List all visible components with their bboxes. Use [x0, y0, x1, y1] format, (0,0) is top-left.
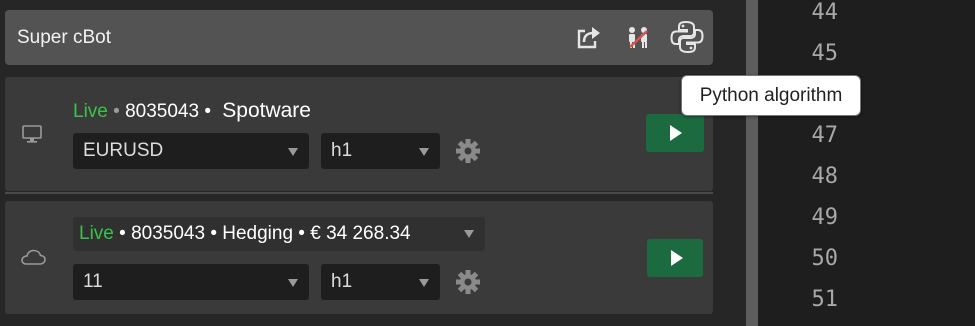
symbol-value: 11 [83, 271, 103, 292]
python-icon[interactable] [669, 19, 705, 55]
line-number: 48 [811, 164, 839, 189]
monitor-icon [22, 125, 42, 143]
line-number: 44 [811, 0, 839, 25]
live-label: Live [73, 101, 108, 122]
timeframe-select[interactable]: h1 [321, 133, 440, 169]
instance-card-cloud[interactable]: Live • 8035043 • Hedging • € 34 268.34 1… [5, 201, 713, 314]
line-number: 45 [811, 41, 839, 66]
timeframe-value: h1 [331, 271, 353, 292]
timeframe-select[interactable]: h1 [321, 264, 440, 300]
card-divider [5, 192, 713, 194]
account-label: 8035043 • [125, 101, 211, 122]
cloud-icon [21, 249, 46, 265]
line-number: 51 [811, 287, 839, 312]
line-number: 47 [811, 123, 839, 148]
cbot-header[interactable]: Super cBot [5, 10, 713, 65]
chevron-down-icon [288, 148, 298, 156]
symbol-select[interactable]: 11 [73, 264, 309, 300]
start-button[interactable] [646, 114, 704, 152]
gear-icon[interactable] [455, 269, 481, 295]
account-label: • 8035043 • Hedging • € 34 268.34 [119, 223, 411, 244]
line-number: 50 [811, 246, 839, 271]
symbol-select[interactable]: EURUSD [73, 133, 309, 169]
symbol-value: EURUSD [83, 140, 164, 161]
broker-label: Spotware [222, 99, 311, 122]
instance-status: Live • 8035043 • Spotware [73, 99, 311, 122]
chevron-down-icon [419, 148, 429, 156]
instance-card-local[interactable]: Live • 8035043 • Spotware EURUSD h1 [5, 77, 713, 191]
cbot-title: Super cBot [17, 27, 111, 48]
account-select[interactable]: Live • 8035043 • Hedging • € 34 268.34 [73, 217, 485, 251]
share-icon[interactable] [573, 22, 603, 52]
python-tooltip: Python algorithm [681, 75, 861, 116]
instance-status: Live • 8035043 • Hedging • € 34 268.34 [79, 223, 457, 245]
panel-splitter[interactable] [746, 0, 758, 326]
live-label: Live [79, 223, 114, 244]
gear-icon[interactable] [455, 138, 481, 164]
instances-panel: Super cBot Live • 8035043 • Spotware EUR… [0, 0, 746, 326]
line-number: 49 [811, 205, 839, 230]
people-icon[interactable] [623, 22, 653, 52]
timeframe-value: h1 [331, 140, 353, 161]
chevron-down-icon [464, 230, 474, 238]
start-button[interactable] [647, 239, 703, 277]
code-editor-gutter: 44 45 46 47 48 49 50 51 [758, 0, 975, 326]
chevron-down-icon [419, 279, 429, 287]
chevron-down-icon [288, 279, 298, 287]
